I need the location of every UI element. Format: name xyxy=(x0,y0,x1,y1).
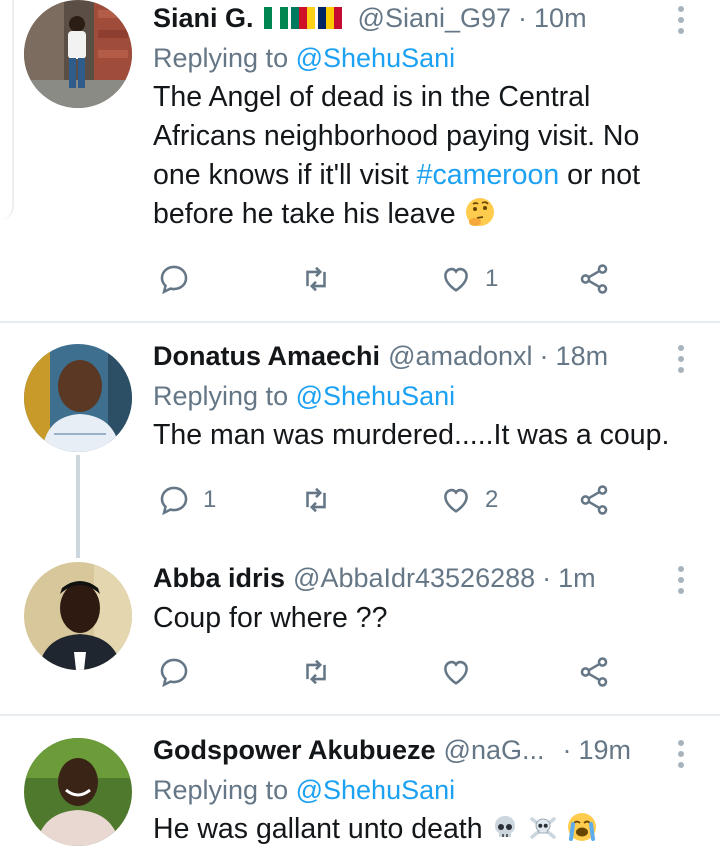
replying-to: Replying to @ShehuSani xyxy=(153,378,680,414)
mention-link[interactable]: @ShehuSani xyxy=(296,381,456,411)
user-handle[interactable]: @amadonxl xyxy=(388,341,532,372)
avatar[interactable] xyxy=(24,0,132,108)
more-vertical-icon[interactable] xyxy=(676,740,686,768)
more-vertical-icon[interactable] xyxy=(676,6,686,34)
retweet-button[interactable] xyxy=(299,259,333,299)
user-handle[interactable]: @Siani_G97 xyxy=(358,3,512,34)
tweet-text: Coup for where ?? xyxy=(153,602,388,634)
share-button[interactable] xyxy=(577,652,611,692)
retweet-icon xyxy=(306,487,326,513)
divider xyxy=(0,714,720,716)
thread-connector xyxy=(76,455,80,558)
tweet-actions: 1 2 xyxy=(153,480,673,520)
replying-label: Replying to xyxy=(153,775,289,805)
display-name[interactable]: Abba idris xyxy=(153,563,285,594)
retweet-button[interactable] xyxy=(299,480,333,520)
skull-emoji xyxy=(490,813,520,854)
user-handle[interactable]: @AbbaIdr43526288 xyxy=(293,563,535,594)
replying-label: Replying to xyxy=(153,381,289,411)
separator-dot: · xyxy=(539,340,549,371)
reply-button[interactable]: 1 xyxy=(157,480,216,520)
reply-count: 1 xyxy=(203,486,217,513)
mention-link[interactable]: @ShehuSani xyxy=(296,43,456,73)
replying-to: Replying to @ShehuSani xyxy=(153,40,680,76)
separator-dot: · xyxy=(518,2,528,33)
hashtag-link[interactable]: #cameroon xyxy=(417,159,560,191)
like-button[interactable]: 1 xyxy=(439,259,498,299)
heart-icon xyxy=(444,267,468,292)
reply-icon xyxy=(160,486,188,516)
share-icon xyxy=(580,657,608,687)
avatar[interactable] xyxy=(24,738,132,846)
flag-emojis xyxy=(263,7,342,29)
avatar[interactable] xyxy=(24,562,132,670)
retweet-icon xyxy=(306,266,326,292)
divider xyxy=(0,321,720,323)
reply-icon xyxy=(160,265,188,295)
replying-label: Replying to xyxy=(153,43,289,73)
tweet-text-part: He was gallant unto death xyxy=(153,813,483,845)
loudly-crying-face-emoji xyxy=(566,811,598,854)
chad-flag-icon xyxy=(317,7,342,29)
display-name[interactable]: Godspower Akubueze xyxy=(153,735,436,766)
timestamp[interactable]: 1m xyxy=(558,563,596,594)
tweet-abba[interactable]: Abba idris @AbbaIdr43526288 · 1m Coup fo… xyxy=(0,560,720,710)
tweet-actions: 1 xyxy=(153,259,673,299)
tweet-donatus[interactable]: Donatus Amaechi @amadonxl · 18m Replying… xyxy=(0,338,720,558)
timestamp[interactable]: 10m xyxy=(534,3,587,34)
like-button[interactable] xyxy=(439,652,473,692)
retweet-button[interactable] xyxy=(299,652,333,692)
like-count: 1 xyxy=(485,265,499,292)
tweet-text: He was gallant unto death xyxy=(153,810,680,854)
reply-button[interactable] xyxy=(157,259,191,299)
separator-dot: · xyxy=(542,562,552,593)
share-button[interactable] xyxy=(577,259,611,299)
user-handle[interactable]: @naG... xyxy=(444,735,545,766)
heart-icon xyxy=(444,660,468,685)
retweet-icon xyxy=(306,659,326,685)
more-vertical-icon[interactable] xyxy=(676,345,686,373)
reply-button[interactable] xyxy=(157,652,191,692)
replying-to: Replying to @ShehuSani xyxy=(153,772,680,808)
nigeria-flag-icon xyxy=(263,7,288,29)
cameroon-flag-icon xyxy=(290,7,315,29)
thinking-face-emoji xyxy=(464,196,496,239)
share-icon xyxy=(580,485,608,515)
skull-and-crossbones-emoji xyxy=(528,813,558,854)
display-name[interactable]: Siani G. xyxy=(153,3,254,34)
more-vertical-icon[interactable] xyxy=(676,566,686,594)
separator-dot: · xyxy=(562,734,572,765)
avatar[interactable] xyxy=(24,344,132,452)
tweet-text: The Angel of dead is in the Central Afri… xyxy=(153,78,680,239)
tweet-actions xyxy=(153,652,673,692)
like-button[interactable]: 2 xyxy=(439,480,498,520)
tweet-text: The man was murdered.....It was a coup. xyxy=(153,419,670,451)
reply-icon xyxy=(160,658,188,688)
timestamp[interactable]: 18m xyxy=(556,341,609,372)
tweet-siani[interactable]: Siani G. @Siani_G97 · 10m Replying to @S… xyxy=(0,0,720,322)
like-count: 2 xyxy=(485,486,499,513)
tweet-godspower[interactable]: Godspower Akubueze @naG... · 19m Replyin… xyxy=(0,732,720,858)
display-name[interactable]: Donatus Amaechi xyxy=(153,341,380,372)
heart-icon xyxy=(444,488,468,513)
timestamp[interactable]: 19m xyxy=(579,735,632,766)
share-icon xyxy=(580,264,608,294)
share-button[interactable] xyxy=(577,480,611,520)
mention-link[interactable]: @ShehuSani xyxy=(296,775,456,805)
